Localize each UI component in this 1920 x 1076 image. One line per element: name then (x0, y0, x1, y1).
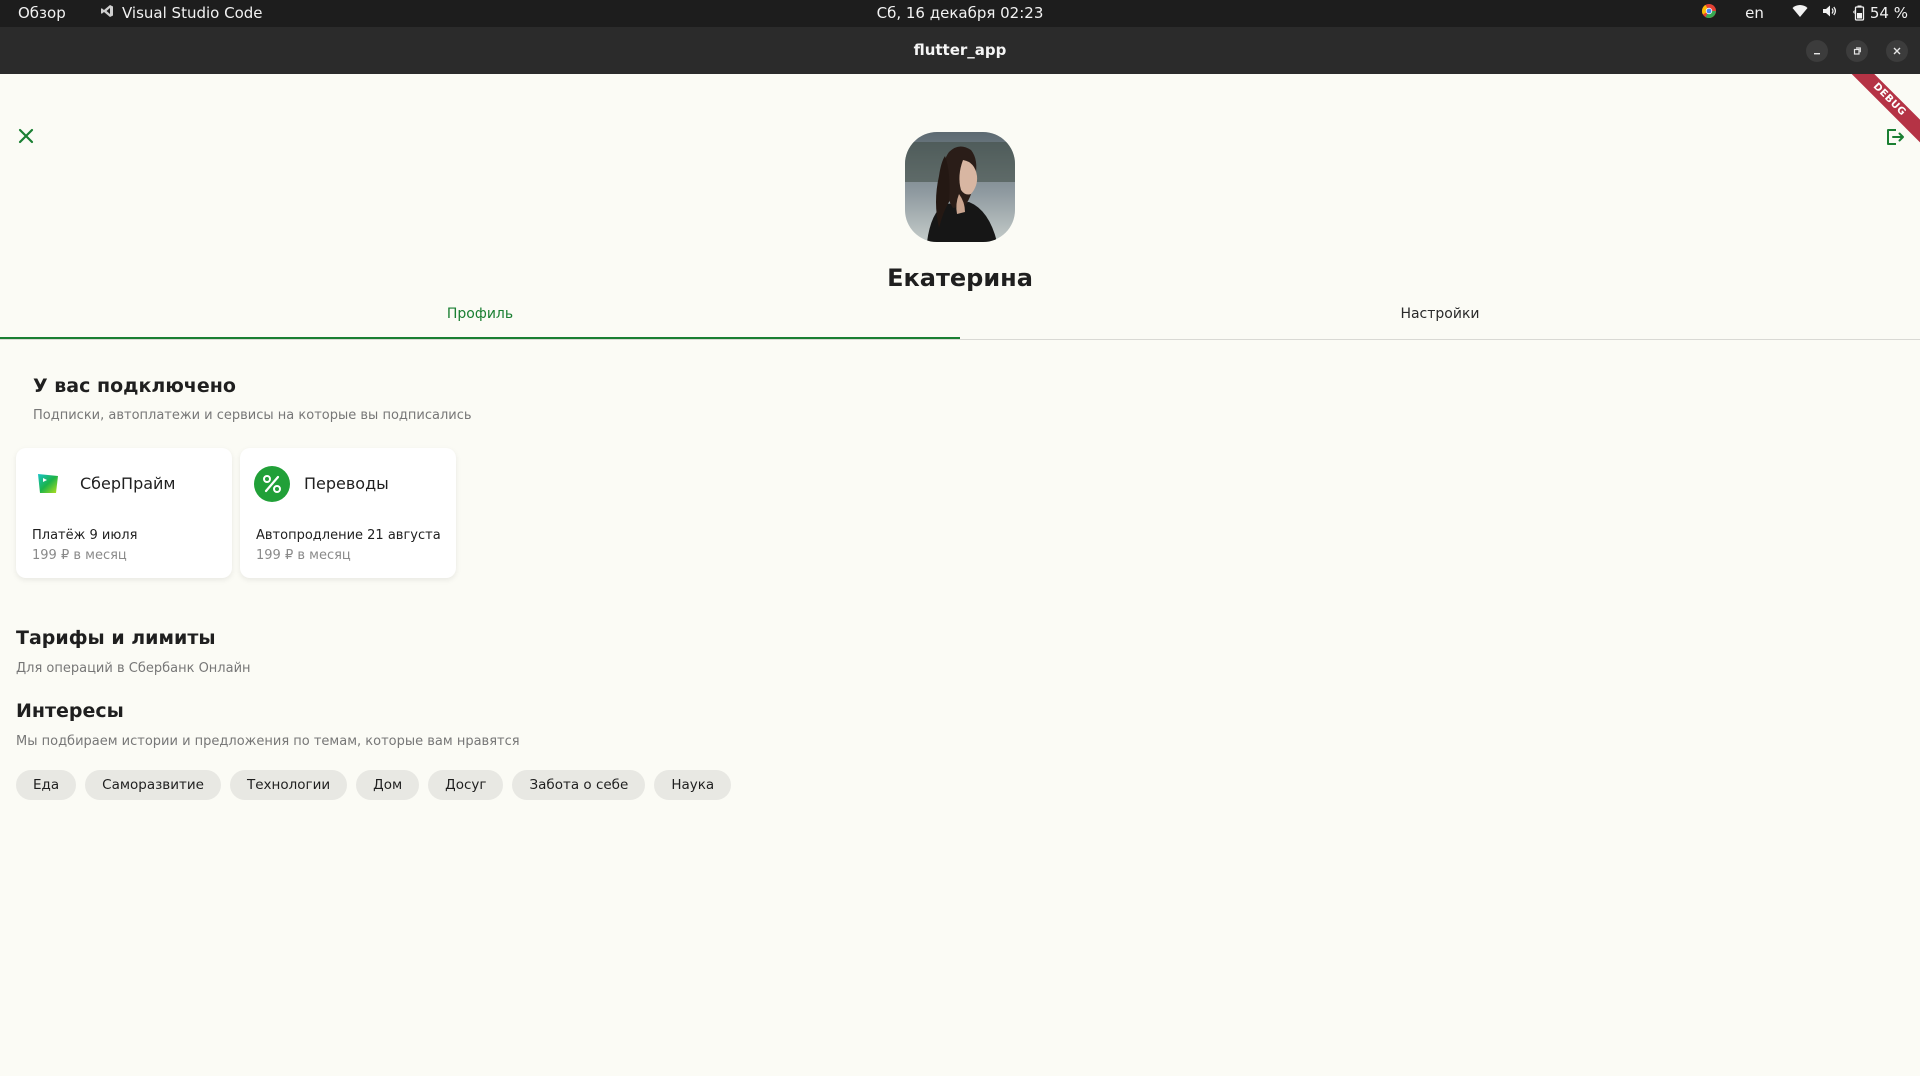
debug-banner: DEBUG (1837, 74, 1920, 152)
wifi-icon[interactable] (1792, 4, 1808, 22)
card-renewal-date: Автопродление 21 августа (256, 528, 441, 543)
chrome-icon[interactable] (1701, 3, 1717, 23)
interest-chips: Еда Саморазвитие Технологии Дом Досуг За… (16, 770, 732, 800)
clock[interactable]: Сб, 16 декабря 02:23 (877, 4, 1044, 22)
card-name: СберПрайм (80, 474, 176, 493)
profile-tabs: Профиль Настройки (0, 298, 1920, 340)
interest-chip[interactable]: Досуг (428, 770, 504, 800)
close-icon (18, 128, 34, 144)
system-top-bar: Обзор Visual Studio Code Сб, 16 декабря … (0, 0, 1920, 27)
app-name: Visual Studio Code (122, 4, 263, 22)
close-profile-button[interactable] (16, 126, 36, 146)
keyboard-layout[interactable]: en (1745, 4, 1764, 22)
subscription-card-sberprime[interactable]: СберПрайм Платёж 9 июля 199 ₽ в месяц (16, 448, 232, 578)
system-tray[interactable]: en 54 % (1701, 3, 1908, 23)
window-close-button[interactable] (1886, 40, 1908, 62)
battery-indicator[interactable]: 54 % (1852, 4, 1908, 22)
card-price: 199 ₽ в месяц (256, 548, 351, 563)
logout-icon (1887, 129, 1904, 145)
tab-profile[interactable]: Профиль (0, 298, 960, 339)
battery-percent: 54 % (1869, 4, 1908, 22)
interest-chip[interactable]: Саморазвитие (85, 770, 221, 800)
minimize-button[interactable] (1806, 40, 1828, 62)
minimize-icon (1814, 53, 1820, 55)
vscode-icon (100, 4, 114, 22)
card-price: 199 ₽ в месяц (32, 548, 127, 563)
interests-subtitle: Мы подбираем истории и предложения по те… (16, 734, 520, 749)
maximize-button[interactable] (1846, 40, 1868, 62)
volume-icon[interactable] (1822, 4, 1838, 22)
card-payment-date: Платёж 9 июля (32, 528, 138, 543)
subscriptions-title: У вас подключено (33, 375, 236, 397)
interest-chip[interactable]: Еда (16, 770, 77, 800)
subscriptions-subtitle: Подписки, автоплатежи и сервисы на котор… (33, 408, 472, 423)
profile-name: Екатерина (887, 264, 1033, 292)
interest-chip[interactable]: Технологии (229, 770, 348, 800)
app-content: DEBUG Екатерина Профиль Настройки У вас … (0, 74, 1920, 1076)
interest-chip[interactable]: Дом (356, 770, 420, 800)
interest-chip[interactable]: Наука (654, 770, 732, 800)
app-menu[interactable]: Visual Studio Code (100, 4, 263, 22)
window-title-bar[interactable]: flutter_app (0, 27, 1920, 74)
interest-chip[interactable]: Забота о себе (512, 770, 646, 800)
card-name: Переводы (304, 474, 389, 493)
interests-title: Интересы (16, 700, 124, 722)
tab-settings[interactable]: Настройки (960, 298, 1920, 339)
activities-button[interactable]: Обзор (18, 4, 66, 22)
tariffs-title[interactable]: Тарифы и лимиты (16, 627, 216, 649)
window-title: flutter_app (913, 41, 1007, 59)
percent-icon (254, 466, 290, 502)
logout-button[interactable] (1884, 126, 1906, 148)
tariffs-subtitle: Для операций в Сбербанк Онлайн (16, 661, 251, 676)
battery-icon (1852, 5, 1865, 21)
close-icon (1893, 47, 1901, 55)
avatar[interactable] (905, 132, 1015, 242)
sberprime-logo (30, 466, 66, 502)
subscription-card-transfers[interactable]: Переводы Автопродление 21 августа 199 ₽ … (240, 448, 456, 578)
restore-icon (1853, 47, 1861, 55)
